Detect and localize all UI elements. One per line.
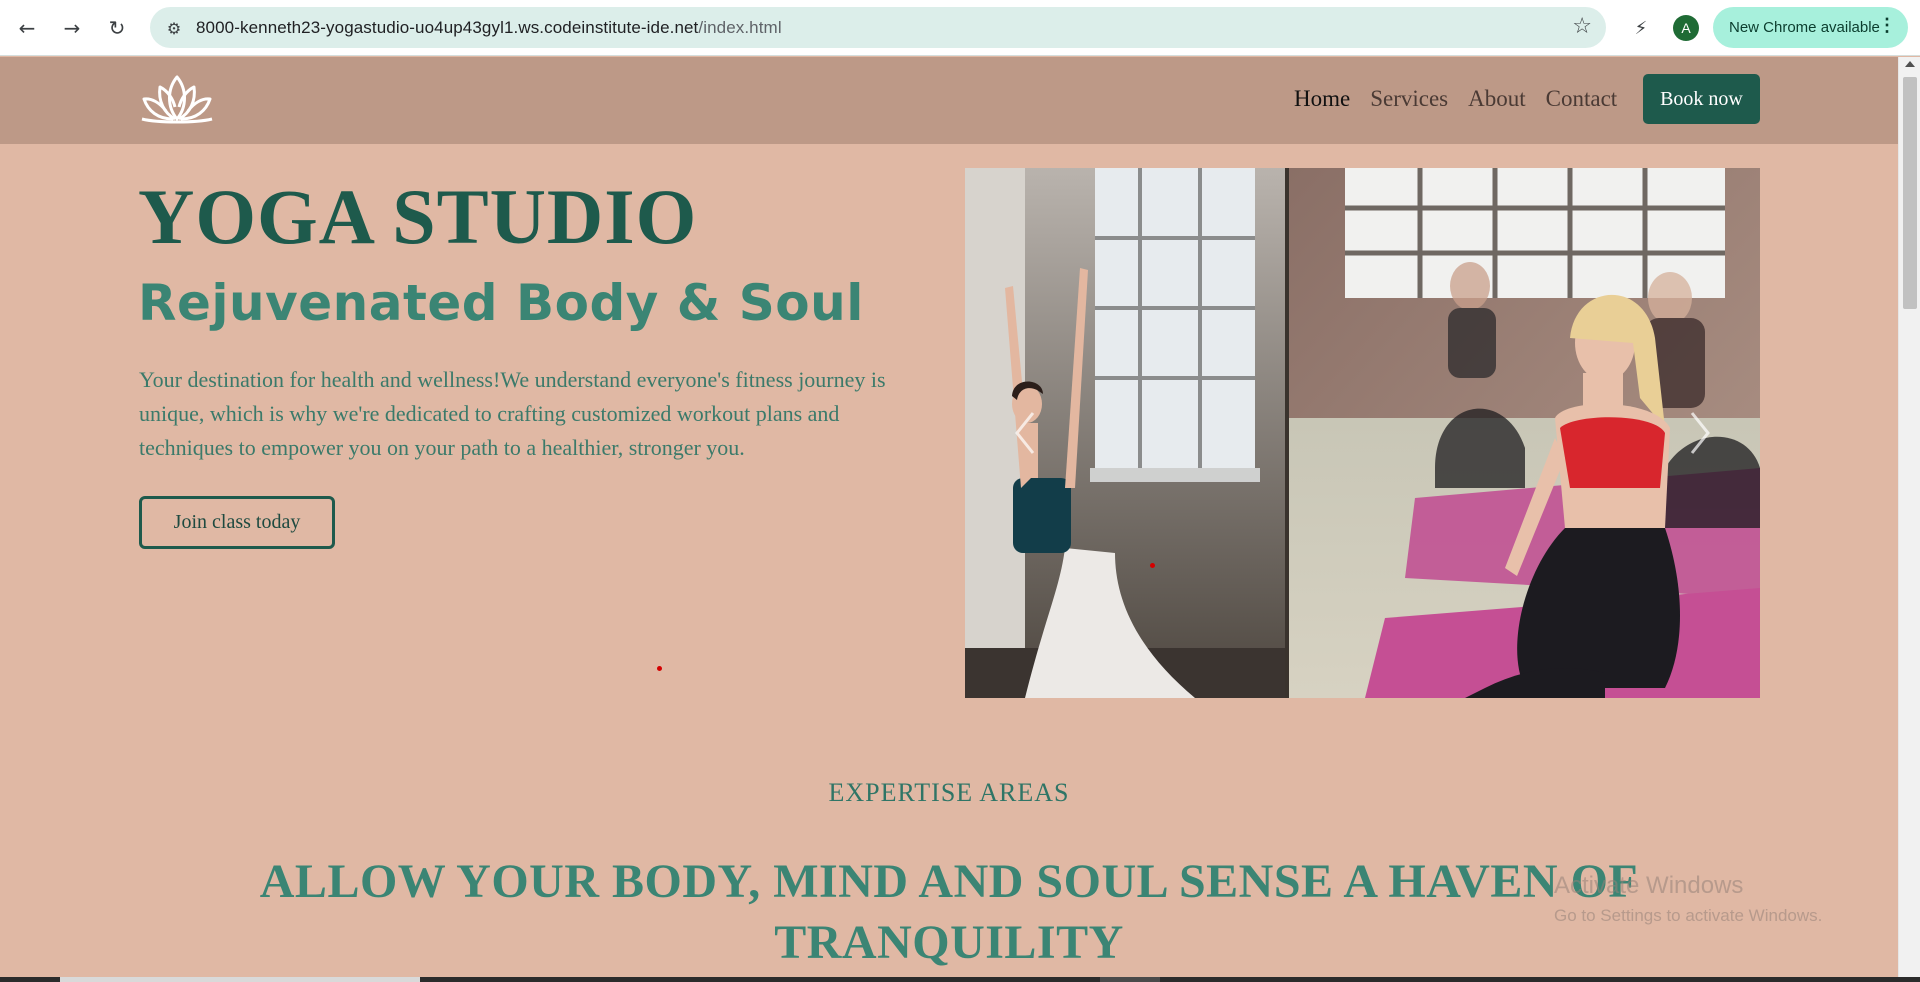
nav-home[interactable]: Home bbox=[1294, 86, 1350, 112]
windows-activation-watermark: Activate Windows Go to Settings to activ… bbox=[1554, 872, 1822, 926]
carousel-prev-button[interactable] bbox=[1005, 403, 1045, 463]
cursor-dot bbox=[1150, 563, 1155, 568]
taskbar-active-window bbox=[60, 977, 420, 982]
reload-icon[interactable]: ↻ bbox=[101, 12, 133, 44]
expertise-heading: ALLOW YOUR BODY, MIND AND SOUL SENSE A H… bbox=[259, 855, 1639, 969]
hero-title: YOGA STUDIO bbox=[138, 173, 698, 260]
forward-icon[interactable]: → bbox=[56, 12, 88, 44]
nav-services[interactable]: Services bbox=[1370, 86, 1448, 112]
site-info-icon[interactable]: ⚙ bbox=[162, 16, 186, 40]
carousel-image bbox=[965, 168, 1760, 698]
performance-extension-icon[interactable]: ⚡ bbox=[1626, 13, 1656, 43]
hero-description: Your destination for health and wellness… bbox=[139, 367, 886, 460]
address-bar[interactable]: ⚙ 8000-kenneth23-yogastudio-uo4up43gyl1.… bbox=[150, 7, 1606, 48]
nav-about[interactable]: About bbox=[1468, 86, 1526, 112]
update-chrome-label: New Chrome available bbox=[1729, 19, 1880, 36]
cursor-dot bbox=[657, 666, 662, 671]
chevron-right-icon bbox=[1690, 412, 1710, 454]
page-scrollbar[interactable] bbox=[1898, 57, 1920, 982]
scroll-thumb[interactable] bbox=[1903, 77, 1917, 309]
back-icon[interactable]: ← bbox=[11, 12, 43, 44]
carousel-next-button[interactable] bbox=[1680, 403, 1720, 463]
expertise-eyebrow: EXPERTISE AREAS bbox=[828, 778, 1070, 807]
book-now-button[interactable]: Book now bbox=[1643, 74, 1760, 124]
main-nav: Home Services About Contact bbox=[1294, 86, 1617, 112]
watermark-subtitle: Go to Settings to activate Windows. bbox=[1554, 906, 1823, 925]
chevron-left-icon bbox=[1015, 412, 1035, 454]
browser-toolbar: ← → ↻ ⚙ 8000-kenneth23-yogastudio-uo4up4… bbox=[0, 0, 1920, 56]
url-host: 8000-kenneth23-yogastudio-uo4up43gyl1.ws… bbox=[196, 18, 699, 37]
update-chrome-button[interactable]: New Chrome available ⋮ bbox=[1713, 7, 1908, 48]
watermark-title: Activate Windows bbox=[1554, 872, 1744, 899]
taskbar-strip bbox=[0, 977, 1920, 982]
scroll-up-arrow-icon[interactable] bbox=[1905, 61, 1915, 67]
nav-contact[interactable]: Contact bbox=[1546, 86, 1618, 112]
url-path: /index.html bbox=[698, 18, 782, 37]
taskbar-item bbox=[1100, 977, 1160, 982]
hero-subtitle: Rejuvenated Body & Soul bbox=[138, 274, 864, 332]
site-header: Home Services About Contact Book now bbox=[0, 57, 1898, 144]
url-text[interactable]: 8000-kenneth23-yogastudio-uo4up43gyl1.ws… bbox=[196, 18, 782, 38]
browser-menu-icon[interactable]: ⋮ bbox=[1878, 15, 1896, 36]
lotus-logo-icon[interactable] bbox=[138, 73, 216, 125]
bookmark-star-icon[interactable]: ☆ bbox=[1572, 14, 1592, 39]
hero-carousel[interactable] bbox=[965, 168, 1760, 698]
profile-avatar[interactable]: A bbox=[1673, 15, 1699, 41]
join-class-button[interactable]: Join class today bbox=[139, 496, 335, 549]
